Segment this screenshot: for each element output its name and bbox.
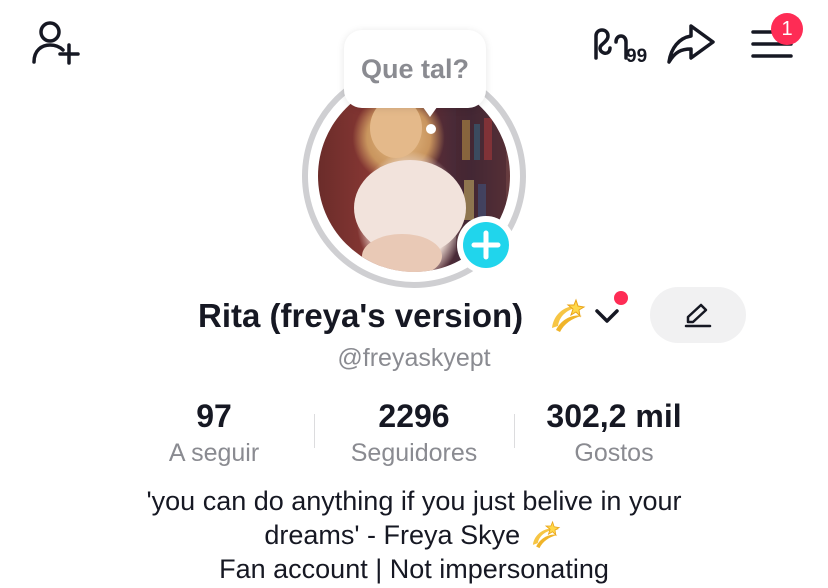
chevron-down-icon[interactable] xyxy=(593,305,621,327)
following-count[interactable]: 97 xyxy=(114,396,314,436)
share-icon[interactable] xyxy=(665,22,717,66)
username: @freyaskyept xyxy=(337,344,491,372)
dizzy-emoji-icon xyxy=(528,520,564,550)
pencil-icon[interactable] xyxy=(684,302,712,328)
followers-count[interactable]: 2296 xyxy=(314,396,514,436)
display-name: Rita (freya's version) xyxy=(198,297,524,334)
svg-text:99: 99 xyxy=(626,46,647,66)
notification-badge: 1 xyxy=(771,13,803,45)
bio-line: 'you can do anything if you just belive … xyxy=(146,486,682,516)
speech-bubble-dot xyxy=(426,124,436,134)
dizzy-emoji-icon xyxy=(546,294,590,338)
likes-label[interactable]: Gostos xyxy=(514,436,714,470)
bio-line: Fan account | Not impersonating xyxy=(219,554,609,584)
followers-label[interactable]: Seguidores xyxy=(314,436,514,470)
unread-dot xyxy=(614,291,628,305)
bio-text: dreams' - Freya Skye xyxy=(264,520,521,550)
speech-bubble[interactable]: Que tal? xyxy=(344,30,486,108)
following-label[interactable]: A seguir xyxy=(114,436,314,470)
bio-line: dreams' - Freya Skye xyxy=(0,518,828,552)
sixtynine-icon[interactable]: 99 xyxy=(590,22,654,66)
likes-count[interactable]: 302,2 mil xyxy=(514,396,714,436)
plus-icon[interactable] xyxy=(463,222,509,268)
add-friend-icon[interactable] xyxy=(30,20,82,68)
